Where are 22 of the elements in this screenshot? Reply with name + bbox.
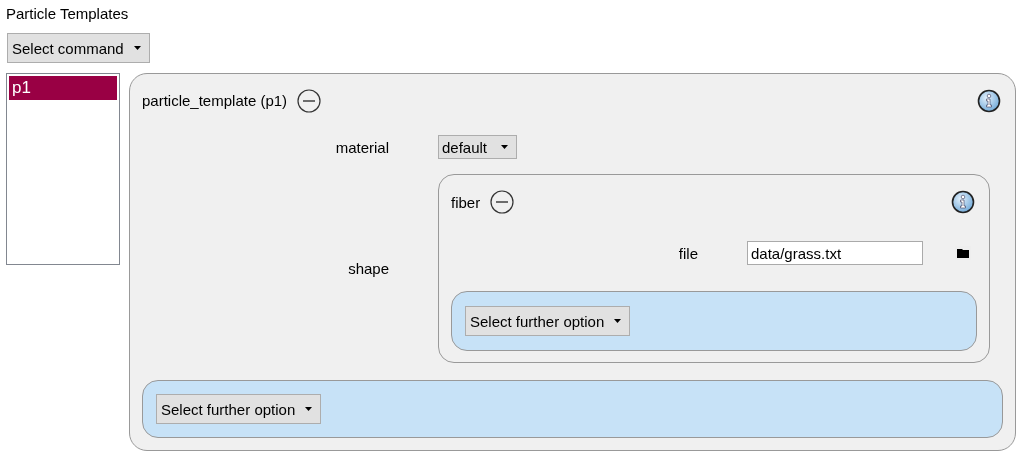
command-dropdown[interactable]: Select command xyxy=(7,33,150,63)
caret-icon xyxy=(501,145,509,149)
field-label: file xyxy=(677,244,698,262)
panel-title: particle_template (p1) xyxy=(142,92,288,109)
further-option-dropdown[interactable]: Select further option xyxy=(465,306,631,336)
template-list[interactable]: p1 xyxy=(6,73,120,265)
panel-title: fiber xyxy=(451,193,481,211)
collapse-icon[interactable] xyxy=(490,190,515,214)
caret-icon xyxy=(614,319,622,323)
caret-icon xyxy=(133,46,141,50)
collapse-icon[interactable] xyxy=(297,88,322,113)
info-icon[interactable] xyxy=(977,88,1001,113)
file-path-field[interactable]: data/grass.txt xyxy=(747,241,923,265)
material-dropdown[interactable]: default xyxy=(438,135,518,159)
field-label: shape xyxy=(347,260,389,277)
page-title: Particle Templates xyxy=(6,4,130,24)
info-icon[interactable] xyxy=(951,190,975,214)
field-label: material xyxy=(334,138,389,156)
list-item[interactable]: p1 xyxy=(9,76,117,100)
further-option-dropdown[interactable]: Select further option xyxy=(156,394,322,424)
folder-icon[interactable] xyxy=(955,246,971,260)
caret-icon xyxy=(305,407,313,411)
